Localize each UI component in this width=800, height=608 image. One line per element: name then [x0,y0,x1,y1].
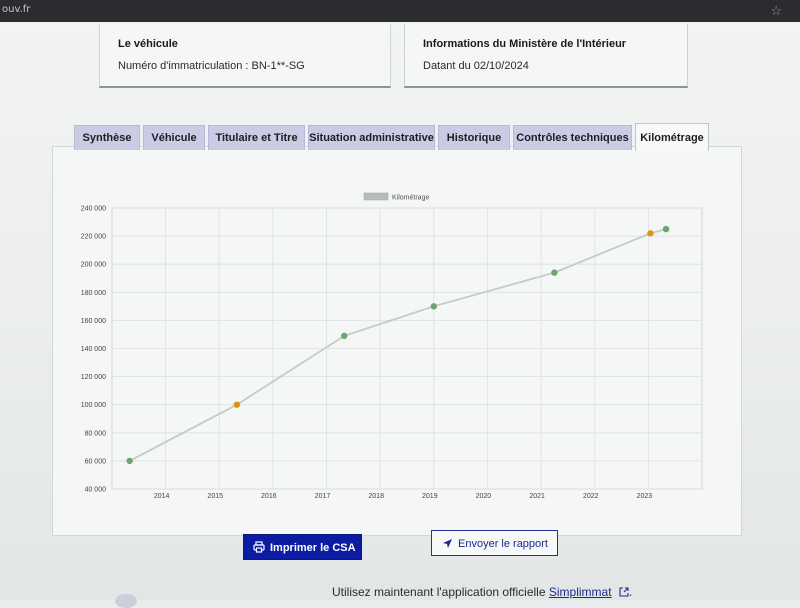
data-point[interactable] [551,269,558,276]
bookmark-star-icon[interactable]: ☆ [770,3,782,19]
y-tick-label: 180 000 [81,290,106,297]
x-tick-label: 2019 [422,493,438,500]
printer-icon [253,541,265,553]
footer-promo: Utilisez maintenant l'application offici… [332,585,632,599]
ministry-card-title: Informations du Ministère de l'Intérieur [423,38,627,50]
external-link-icon [619,587,629,597]
x-tick-label: 2018 [368,493,384,500]
data-point[interactable] [233,401,241,408]
data-point[interactable] [647,230,654,237]
chart-legend: Kilométrage [363,192,429,202]
x-tick-label: 2017 [315,493,331,500]
registration-number: Numéro d'immatriculation : BN-1**-SG [118,60,305,72]
chart-series [126,225,670,465]
x-tick-label: 2020 [476,493,492,500]
data-point[interactable] [430,303,438,310]
print-csa-label: Imprimer le CSA [270,542,356,554]
x-tick-label: 2022 [583,493,599,500]
y-tick-label: 220 000 [81,234,106,241]
x-tick-label: 2015 [207,493,223,500]
x-tick-label: 2021 [529,493,545,500]
y-tick-label: 60 000 [85,458,107,465]
app-logo-partial [115,594,137,608]
print-csa-button[interactable]: Imprimer le CSA [243,534,362,560]
data-point[interactable] [662,225,670,233]
data-point[interactable] [126,457,133,465]
report-page: Le véhicule Numéro d'immatriculation : B… [0,22,800,608]
vehicle-card-title: Le véhicule [118,38,178,50]
y-tick-label: 200 000 [81,262,106,269]
send-arrow-icon [443,539,452,548]
send-report-label: Envoyer le rapport [458,538,548,550]
y-tick-label: 80 000 [85,430,107,437]
y-tick-label: 160 000 [81,318,106,325]
data-point[interactable] [341,332,348,340]
send-report-button[interactable]: Envoyer le rapport [431,530,558,556]
y-tick-label: 240 000 [81,206,106,213]
mileage-chart: 40 000 60 000 80 000 100 000 120 000 140 000 1… [81,192,703,501]
legend-swatch [363,192,389,201]
footer-text: Utilisez maintenant l'application offici… [332,585,546,599]
y-tick-label: 140 000 [81,346,106,353]
ministry-info-card: Informations du Ministère de l'Intérieur… [404,24,688,88]
x-tick-label: 2023 [637,493,653,500]
x-tick-label: 2014 [154,493,170,500]
y-tick-label: 120 000 [81,374,106,381]
browser-top-bar: ouv.fr ☆ [0,0,800,22]
simplimmat-link[interactable]: Simplimmat [549,585,612,599]
y-tick-label: 40 000 [85,487,107,494]
chart-grid [111,207,703,490]
y-tick-label: 100 000 [81,402,106,409]
chart-axes: 40 000 60 000 80 000 100 000 120 000 140 000 1… [81,206,653,501]
x-tick-label: 2016 [261,493,277,500]
footer-period: . [628,585,633,599]
legend-label: Kilométrage [392,195,429,202]
address-bar[interactable]: ouv.fr [2,4,30,15]
vehicle-card: Le véhicule Numéro d'immatriculation : B… [99,24,391,88]
ministry-data-date: Datant du 02/10/2024 [423,60,529,72]
